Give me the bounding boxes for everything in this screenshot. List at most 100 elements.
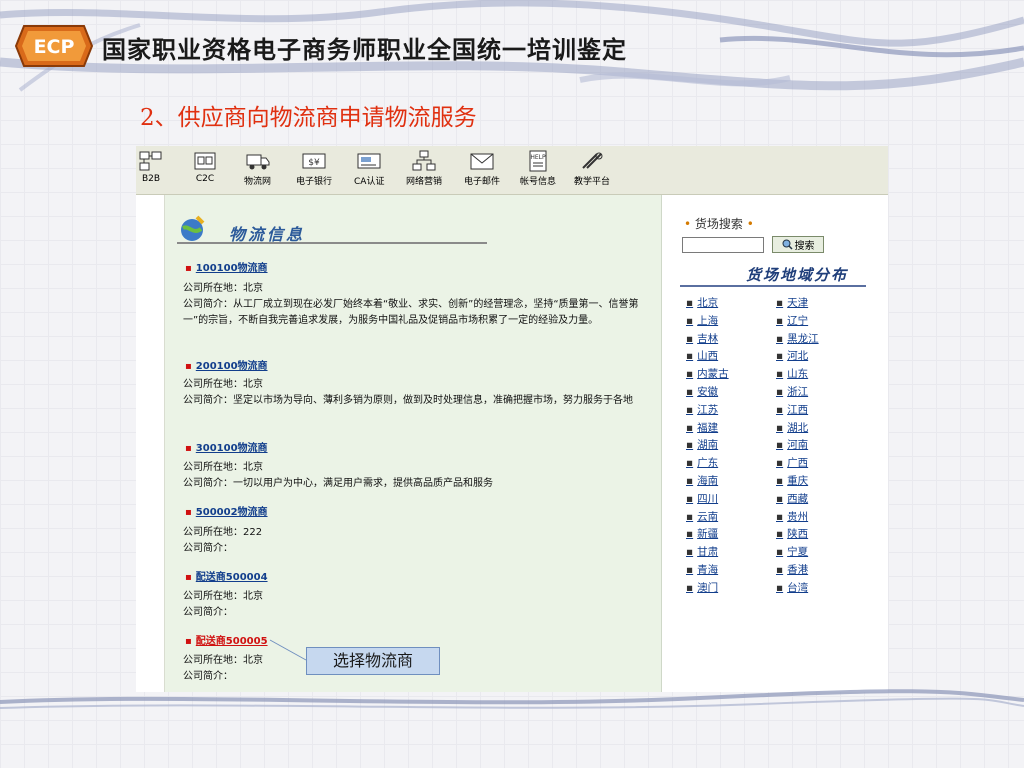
header-title: 国家职业资格电子商务师职业全国统一培训鉴定 [102,36,627,64]
provider-link-selected[interactable]: ▪ 配送商500005 [185,632,268,647]
region-link[interactable]: ▪ 四川 [686,491,718,506]
region-link[interactable]: ▪ 天津 [776,295,808,310]
region-link[interactable]: ▪ 新疆 [686,526,718,541]
region-link[interactable]: ▪ 青海 [686,562,718,577]
region-label: 云南 [697,510,719,523]
bullet-icon: ▪ [776,457,784,470]
tool-label: C2C [195,174,215,184]
tool-label: 物流网 [244,177,272,187]
region-link[interactable]: ▪ 北京 [686,295,718,310]
search-button[interactable]: 搜索 [772,236,824,253]
provider-link[interactable]: ▪ 100100物流商 [185,259,268,274]
region-link[interactable]: ▪ 海南 [686,473,718,488]
bullet-icon: ▪ [686,297,694,309]
bullet-icon: ▪ [686,368,694,381]
region-link[interactable]: ▪ 辽宁 [776,313,808,328]
bullet-icon: ▪ [776,368,784,381]
provider-details: 公司所在地：北京 公司简介： [183,591,263,618]
region-label: 上海 [697,314,719,327]
tool-label: 电子邮件 [464,177,501,187]
region-link[interactable]: ▪ 重庆 [776,473,808,488]
region-link[interactable]: ▪ 台湾 [776,580,808,595]
region-label: 新疆 [697,528,719,541]
tool-account[interactable]: HELP 帐号信息 [520,150,556,187]
region-label: 浙江 [787,386,809,398]
provider-link[interactable]: ▪ 200100物流商 [185,357,268,372]
tool-label: CA认证 [354,177,385,187]
region-link[interactable]: ▪ 河北 [776,348,808,363]
region-link[interactable]: ▪ 云南 [686,509,718,524]
region-label: 青海 [697,564,719,576]
region-link[interactable]: ▪ 宁夏 [776,544,808,559]
region-link[interactable]: ▪ 广西 [776,455,808,470]
region-link[interactable]: ▪ 安徽 [686,384,718,399]
provider-link[interactable]: ▪ 300100物流商 [185,439,268,454]
region-link[interactable]: ▪ 山西 [686,348,718,363]
slide-title: 2、供应商向物流商申请物流服务 [140,105,477,131]
bullet-icon: ▪ [686,528,694,541]
tool-marketing[interactable]: 网络营销 [406,150,442,187]
bullet-icon: ▪ [776,564,784,576]
warehouse-sidebar: • 货场搜索 • 搜索 货场地域分布 ▪ 北京 ▪ 天津 ▪ 上海 ▪ 辽宁 ▪ 吉林 ▪ 黑龙江 ▪ 山… [662,195,888,692]
region-label: 西藏 [787,492,809,505]
bullet-icon: ▪ [686,314,694,327]
region-link[interactable]: ▪ 上海 [686,313,718,328]
bullet-icon: ▪ [686,457,694,470]
region-label: 山东 [787,368,809,381]
section-divider [177,242,487,244]
region-link[interactable]: ▪ 浙江 [776,384,808,399]
region-link[interactable]: ▪ 西藏 [776,491,808,506]
region-link[interactable]: ▪ 江西 [776,402,808,417]
region-link[interactable]: ▪ 湖北 [776,420,808,435]
region-link[interactable]: ▪ 吉林 [686,331,718,346]
bullet-icon: ▪ [776,546,784,559]
region-label: 台湾 [787,581,809,594]
region-link[interactable]: ▪ 黑龙江 [776,331,819,346]
tool-b2b[interactable]: B2B [138,150,164,184]
region-link[interactable]: ▪ 甘肃 [686,544,718,559]
region-link[interactable]: ▪ 澳门 [686,580,718,595]
tool-email[interactable]: 电子邮件 [464,150,500,187]
tool-logistics[interactable]: 物流网 [244,150,271,187]
region-label: 山西 [697,350,719,363]
tool-ebank[interactable]: $¥ 电子银行 [296,150,332,187]
provider-details: 公司所在地：222 公司简介： [183,527,263,554]
website-screenshot: B2B C2C 物流网 $¥ 电子银行 CA认证 网络营销 电子邮件 HELP … [136,146,888,692]
region-link[interactable]: ▪ 贵州 [776,509,808,524]
region-link[interactable]: ▪ 湖南 [686,437,718,452]
tools-icon [582,152,603,169]
warehouse-search-input[interactable] [682,237,764,253]
region-link[interactable]: ▪ 香港 [776,562,808,577]
tool-label: 电子银行 [296,177,333,187]
region-link[interactable]: ▪ 陕西 [776,526,808,541]
help-icon: HELP [529,150,547,172]
bullet-icon: ▪ [776,403,784,416]
tool-teaching[interactable]: 教学平台 [574,150,610,187]
tool-label: 教学平台 [574,177,611,187]
region-link[interactable]: ▪ 河南 [776,437,808,452]
tool-ca[interactable]: CA认证 [354,150,384,187]
bullet-icon: ▪ [776,332,784,345]
bullet-icon: ▪ [776,475,784,487]
svg-text:$¥: $¥ [308,158,320,168]
provider-link[interactable]: ▪ 500002物流商 [185,503,268,518]
section-header: 物流信息 [177,215,487,245]
region-label: 澳门 [697,581,719,594]
bullet-icon: ▪ [776,314,784,327]
region-link[interactable]: ▪ 广东 [686,455,718,470]
region-label: 广西 [787,457,809,470]
bullet-icon: ▪ [776,350,784,363]
region-label: 重庆 [787,475,809,487]
region-link[interactable]: ▪ 江苏 [686,402,718,417]
bullet-icon: ▪ [686,332,694,345]
region-link[interactable]: ▪ 福建 [686,420,718,435]
bullet-icon: ▪ [686,581,694,594]
region-label: 湖南 [697,439,719,452]
region-link[interactable]: ▪ 山东 [776,366,808,381]
provider-link[interactable]: ▪ 配送商500004 [185,568,268,583]
bullet-icon: ▪ [686,386,694,398]
tool-c2c[interactable]: C2C [192,150,218,184]
region-label: 香港 [787,564,809,576]
region-label: 河北 [787,350,809,363]
region-link[interactable]: ▪ 内蒙古 [686,366,729,381]
